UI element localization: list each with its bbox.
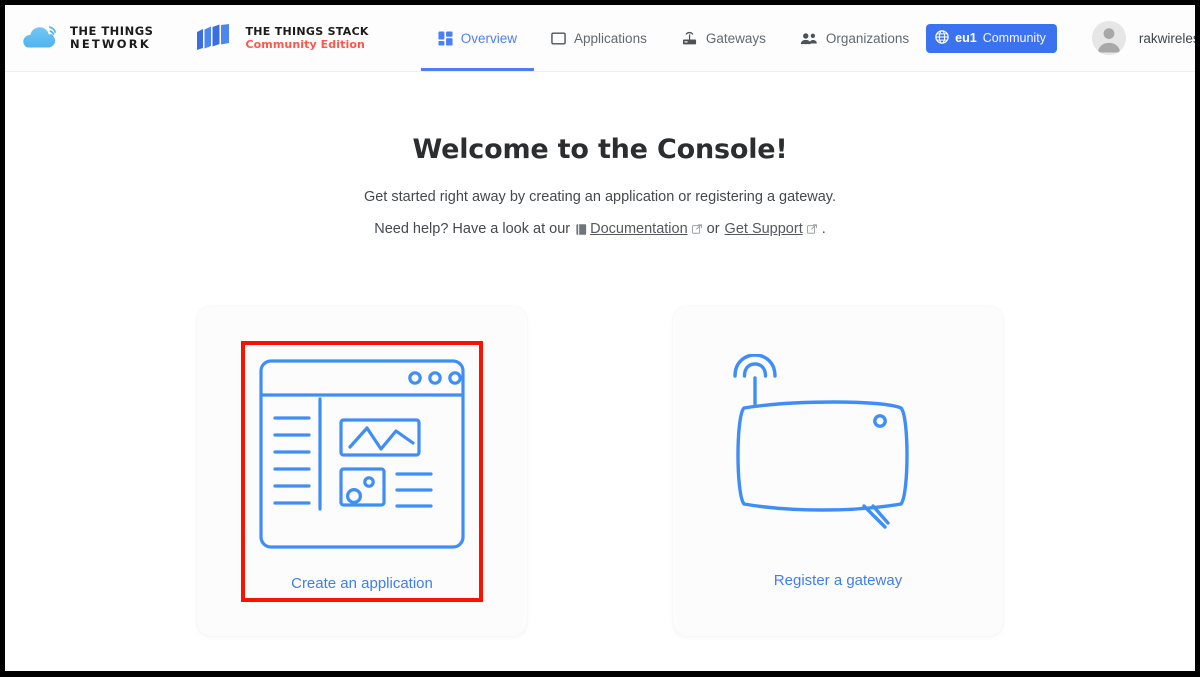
create-application-card[interactable]: Create an application: [197, 306, 527, 636]
avatar: [1091, 21, 1126, 55]
quick-action-cards: Create an application Register a gateway: [5, 306, 1195, 636]
grid-icon: [438, 30, 453, 46]
tts-wordmark-line1: THE THINGS STACK: [245, 25, 369, 38]
people-icon: [800, 31, 818, 46]
get-support-link[interactable]: Get Support: [725, 221, 803, 237]
main-navigation: Overview Applications Gateways Organizat…: [420, 5, 926, 71]
nav-item-overview-label: Overview: [460, 30, 518, 46]
nav-item-overview[interactable]: Overview: [420, 5, 535, 71]
book-icon: [575, 223, 588, 236]
the-things-network-logo[interactable]: THE THINGS NETWORK: [19, 23, 175, 53]
register-gateway-card[interactable]: Register a gateway: [673, 306, 1003, 636]
nav-item-organizations-label: Organizations: [825, 30, 910, 46]
help-middle: or: [706, 221, 720, 237]
nav-item-gateways-label: Gateways: [705, 30, 766, 46]
nav-item-applications[interactable]: Applications: [534, 5, 664, 71]
user-menu[interactable]: rakwireless-app: [1091, 21, 1195, 55]
application-dashboard-illustration: [257, 357, 467, 562]
ttn-wordmark-line1: THE THINGS: [70, 24, 154, 38]
documentation-link[interactable]: Documentation: [590, 221, 688, 237]
header-right-area: eu1 Community rakwireless-app: [926, 21, 1195, 55]
register-gateway-content: Register a gateway: [733, 352, 943, 589]
square-outline-icon: [551, 31, 566, 46]
screenshot-frame: THE THINGS NETWORK THE THINGS STACK Comm…: [0, 0, 1200, 677]
nav-item-applications-label: Applications: [574, 30, 647, 46]
page-subtitle: Get started right away by creating an ap…: [363, 189, 837, 205]
cluster-tier: Community: [982, 31, 1046, 45]
ttn-wordmark-line2: NETWORK: [70, 37, 151, 51]
tts-wordmark: THE THINGS STACK Community Edition: [245, 25, 368, 51]
console-window: THE THINGS NETWORK THE THINGS STACK Comm…: [5, 5, 1195, 671]
help-line: Need help? Have a look at our Documentat…: [5, 221, 1195, 237]
top-header: THE THINGS NETWORK THE THINGS STACK Comm…: [5, 5, 1195, 72]
help-suffix: .: [821, 221, 826, 237]
cluster-id: eu1: [955, 31, 977, 45]
the-things-stack-logo[interactable]: THE THINGS STACK Community Edition: [195, 23, 398, 53]
ttn-wordmark: THE THINGS NETWORK: [70, 25, 153, 51]
page-title: Welcome to the Console!: [412, 134, 788, 165]
gateway-device-illustration: [733, 352, 943, 559]
external-link-icon: [806, 224, 817, 234]
cloud-icon: [19, 23, 61, 53]
create-application-label: Create an application: [291, 574, 433, 592]
cluster-selector-badge[interactable]: eu1 Community: [926, 23, 1057, 53]
gateway-antenna-icon: [681, 31, 698, 46]
nav-item-gateways[interactable]: Gateways: [664, 5, 783, 71]
register-gateway-label: Register a gateway: [773, 571, 903, 589]
nav-item-organizations[interactable]: Organizations: [783, 5, 926, 71]
stack-layers-icon: [195, 23, 235, 53]
external-link-icon: [691, 224, 702, 234]
create-application-highlight-box: Create an application: [241, 340, 483, 602]
tts-wordmark-line2: Community Edition: [245, 38, 365, 51]
help-prefix: Need help? Have a look at our: [374, 221, 571, 237]
username-label: rakwireless-app: [1138, 30, 1195, 46]
main-content: Welcome to the Console! Get started righ…: [5, 72, 1195, 671]
globe-icon: [935, 29, 949, 47]
